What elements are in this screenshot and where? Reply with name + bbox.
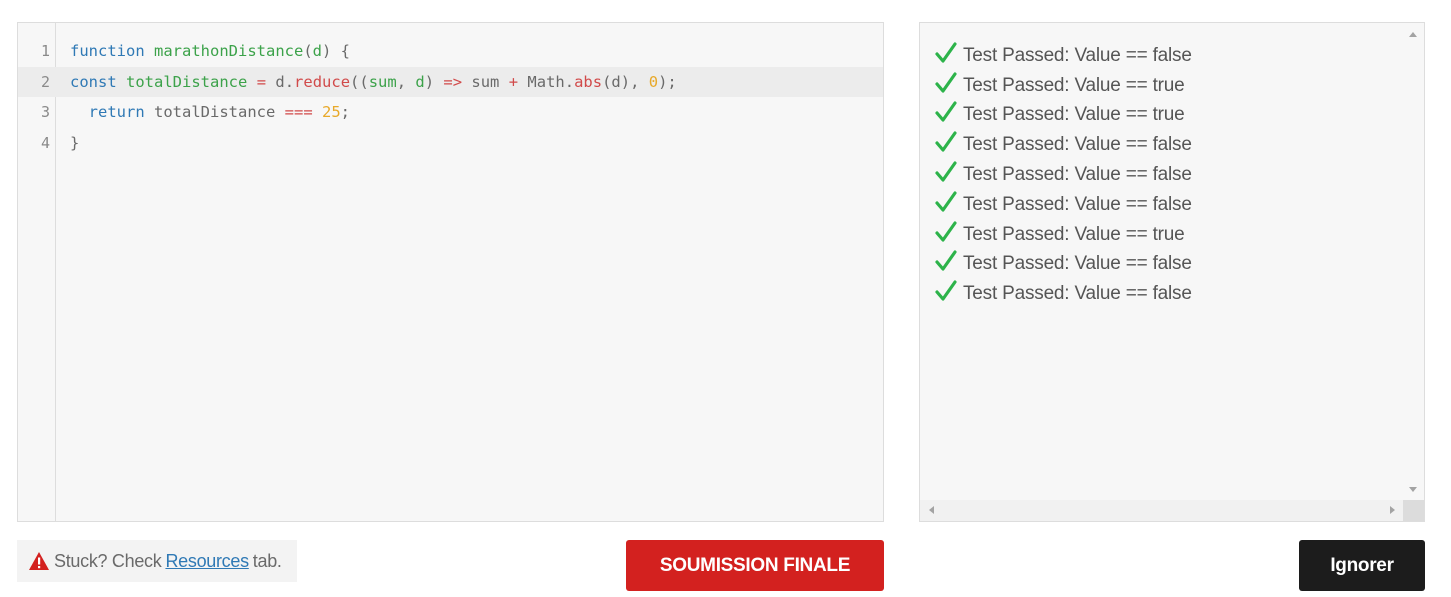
code-token: sum xyxy=(368,72,397,91)
line-code: } xyxy=(70,128,79,159)
code-token: ; xyxy=(340,103,351,122)
code-token: sum xyxy=(462,72,509,91)
code-token: marathonDistance xyxy=(154,42,304,60)
check-icon xyxy=(935,280,957,301)
check-icon xyxy=(935,72,957,93)
code-token: d. xyxy=(266,72,295,91)
test-results-panel: Test Passed: Value == false Test Passed: … xyxy=(919,22,1425,522)
code-token: === xyxy=(284,103,313,122)
check-icon xyxy=(935,131,957,152)
test-result-label: Test Passed: Value == false xyxy=(963,193,1192,215)
test-result-item: Test Passed: Value == false xyxy=(935,41,1192,71)
line-code: return totalDistance === 25; xyxy=(70,97,350,128)
hint-prefix: Stuck? Check xyxy=(54,550,162,571)
code-line[interactable]: 1 function marathonDistance(d) { xyxy=(18,36,883,67)
check-icon xyxy=(935,161,957,182)
code-token: d xyxy=(312,42,322,60)
code-token: , xyxy=(396,72,416,91)
line-code: const totalDistance = d.reduce((sum, d) … xyxy=(70,67,677,98)
test-result-label: Test Passed: Value == true xyxy=(963,74,1185,96)
horizontal-scrollbar[interactable] xyxy=(920,500,1404,521)
scroll-down-icon[interactable] xyxy=(1409,487,1417,492)
code-editor[interactable]: 1 function marathonDistance(d) {2 const to… xyxy=(17,22,884,522)
resources-link[interactable]: Resources xyxy=(165,551,249,572)
line-number: 2 xyxy=(40,72,50,91)
test-result-label: Test Passed: Value == false xyxy=(963,253,1192,275)
code-token: const xyxy=(70,72,117,91)
test-result-item: Test Passed: Value == false xyxy=(935,160,1192,190)
code-line[interactable]: 4} xyxy=(18,128,883,159)
scroll-up-icon[interactable] xyxy=(1409,32,1417,37)
code-lines[interactable]: 1 function marathonDistance(d) {2 const to… xyxy=(18,36,883,159)
code-token: ); xyxy=(658,72,677,91)
ignore-button[interactable]: Ignorer xyxy=(1299,540,1425,591)
final-submit-button[interactable]: SOUMISSION FINALE xyxy=(626,540,884,591)
code-token: 25 xyxy=(322,103,341,122)
check-icon xyxy=(935,250,957,272)
check-icon xyxy=(935,101,957,123)
code-token: totalDistance xyxy=(144,103,285,122)
test-result-label: Test Passed: Value == false xyxy=(963,283,1192,305)
code-token: return xyxy=(88,103,145,122)
test-result-item: Test Passed: Value == true xyxy=(935,101,1192,131)
test-result-item: Test Passed: Value == true xyxy=(935,220,1192,250)
code-token: ( xyxy=(303,42,313,60)
stuck-hint: Stuck? Check Resources tab. xyxy=(17,540,297,582)
code-token: Math. xyxy=(518,72,575,91)
check-icon xyxy=(935,221,957,242)
code-token: function xyxy=(70,42,145,60)
test-result-item: Test Passed: Value == false xyxy=(935,250,1192,280)
vertical-scrollbar[interactable] xyxy=(1403,23,1424,500)
test-result-item: Test Passed: Value == false xyxy=(935,130,1192,160)
check-icon xyxy=(935,191,957,212)
code-token: } xyxy=(70,134,80,153)
code-token: => xyxy=(443,72,463,91)
test-result-item: Test Passed: Value == false xyxy=(935,190,1192,220)
check-icon xyxy=(935,42,957,63)
code-token: (( xyxy=(350,72,369,91)
scroll-left-icon[interactable] xyxy=(929,506,934,514)
scrollbar-corner xyxy=(1403,500,1424,521)
code-line[interactable]: 2 const totalDistance = d.reduce((sum, d)… xyxy=(18,66,883,98)
code-token: abs xyxy=(574,72,603,91)
code-token: totalDistance xyxy=(126,72,248,91)
code-token: d xyxy=(415,72,425,91)
test-result-item: Test Passed: Value == true xyxy=(935,71,1192,101)
test-result-label: Test Passed: Value == true xyxy=(963,223,1185,245)
scroll-right-icon[interactable] xyxy=(1390,506,1395,514)
line-number: 4 xyxy=(40,134,50,153)
test-result-label: Test Passed: Value == true xyxy=(963,104,1185,126)
test-result-label: Test Passed: Value == false xyxy=(963,134,1192,156)
test-results-list: Test Passed: Value == false Test Passed: … xyxy=(935,41,1192,309)
code-token: reduce xyxy=(294,72,351,91)
code-token: + xyxy=(508,72,519,91)
code-line[interactable]: 3 return totalDistance === 25; xyxy=(18,97,883,128)
line-number: 1 xyxy=(40,42,50,60)
hint-suffix: tab. xyxy=(252,550,282,571)
line-number: 3 xyxy=(40,103,50,122)
code-token: (d), xyxy=(602,72,649,91)
line-code: function marathonDistance(d) { xyxy=(70,36,350,67)
test-result-item: Test Passed: Value == false xyxy=(935,279,1192,309)
code-token: ) xyxy=(424,72,444,91)
code-token: 0 xyxy=(648,72,659,91)
code-token: ) { xyxy=(322,42,350,60)
code-token: = xyxy=(256,72,267,91)
test-result-label: Test Passed: Value == false xyxy=(963,164,1192,186)
warning-icon xyxy=(29,552,49,570)
test-result-label: Test Passed: Value == false xyxy=(963,44,1192,66)
